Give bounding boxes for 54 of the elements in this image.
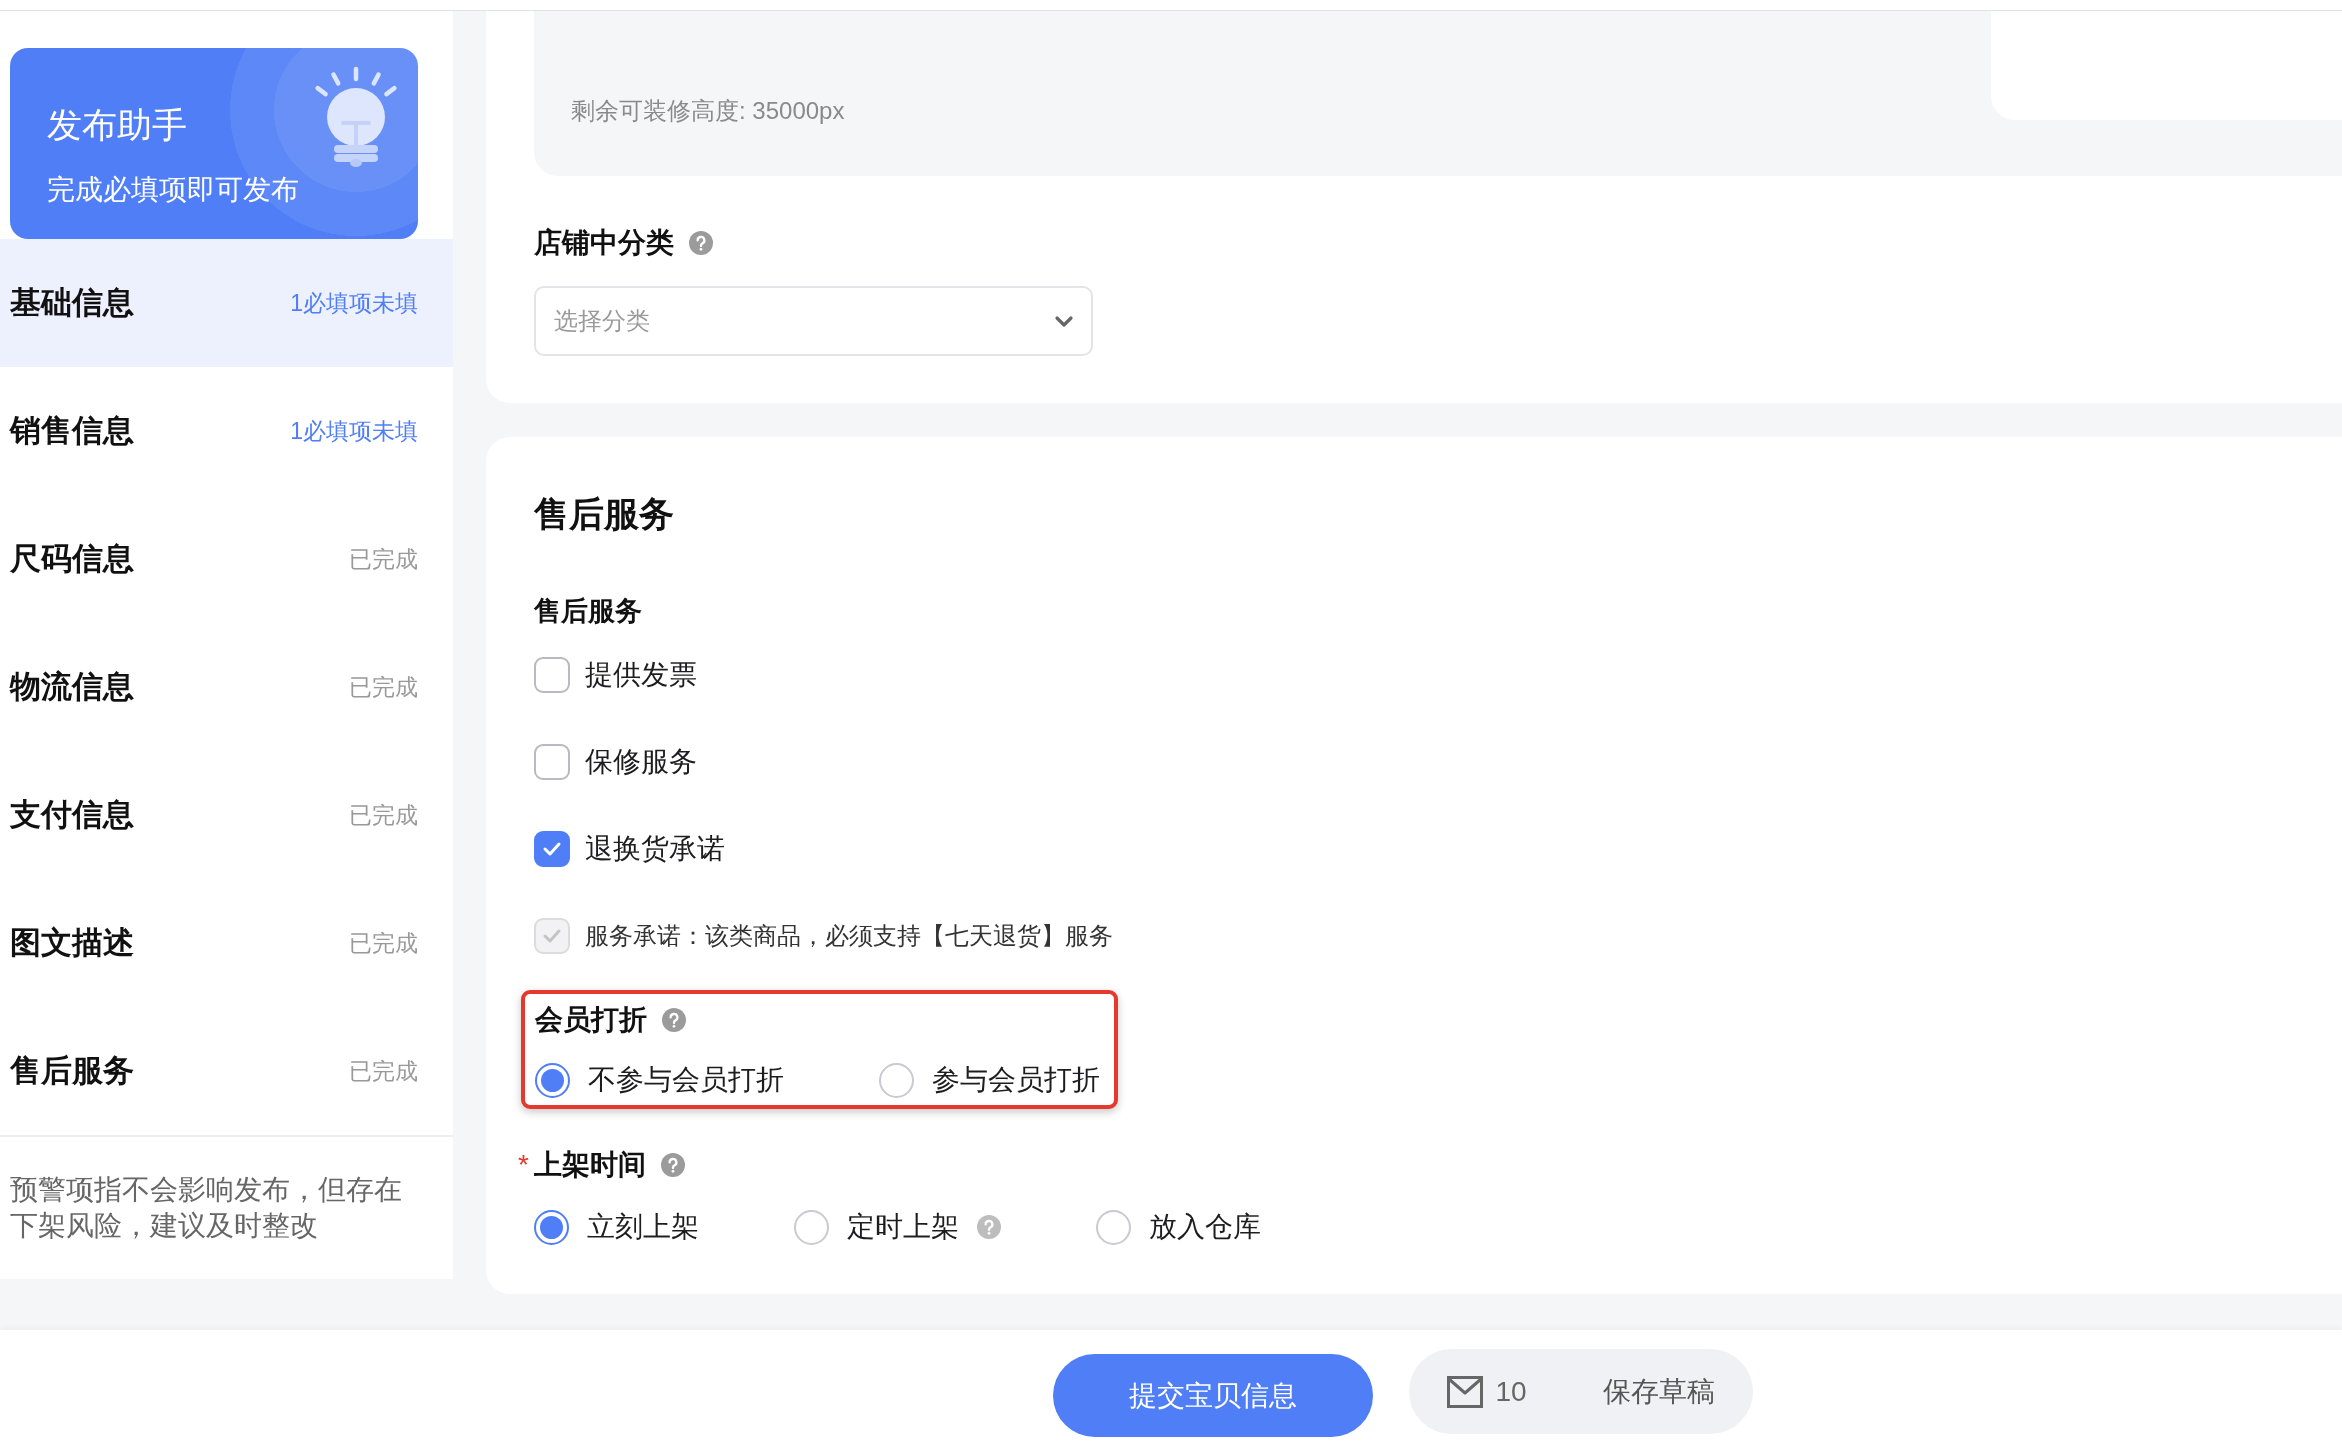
- mail-icon: [1447, 1375, 1484, 1408]
- checkbox[interactable]: [534, 743, 570, 780]
- section-status: 已完成: [349, 1057, 418, 1086]
- lightbulb-icon: [314, 66, 398, 168]
- section-status: 已完成: [349, 801, 418, 830]
- checkmark-icon: [542, 840, 562, 857]
- help-icon[interactable]: [689, 231, 713, 255]
- radio-label: 立刻上架: [587, 1210, 699, 1244]
- section-title: 基础信息: [10, 284, 134, 322]
- warning-note: 预警项指不会影响发布，但存在下架风险，建议及时整改: [10, 1173, 403, 1243]
- section-title: 图文描述: [10, 924, 134, 962]
- field-label: 店铺中分类: [534, 226, 674, 260]
- radio-label: 定时上架: [847, 1210, 959, 1244]
- submit-button[interactable]: 提交宝贝信息: [1053, 1354, 1374, 1437]
- radio-button[interactable]: [534, 1209, 569, 1245]
- helper-subtitle: 完成必填项即可发布: [47, 173, 299, 207]
- radio-button[interactable]: [879, 1062, 914, 1098]
- section-status: 1必填项未填: [290, 289, 418, 318]
- section-status: 已完成: [349, 929, 418, 958]
- sidebar-nav-item[interactable]: 基础信息 1必填项未填: [0, 239, 453, 367]
- section-title: 销售信息: [10, 412, 134, 450]
- messages-button[interactable]: 10: [1447, 1375, 1527, 1408]
- radio-button[interactable]: [535, 1062, 570, 1098]
- field-label: 售后服务: [534, 595, 642, 628]
- checkbox-label: 提供发票: [585, 657, 697, 692]
- save-draft-button[interactable]: 保存草稿: [1602, 1372, 1715, 1411]
- radio-label: 不参与会员打折: [588, 1063, 784, 1097]
- checkbox[interactable]: [534, 656, 570, 693]
- section-status: 1必填项未填: [290, 417, 418, 446]
- section-title: 物流信息: [10, 668, 134, 706]
- section-status: 已完成: [349, 673, 418, 702]
- radio-label: 参与会员打折: [932, 1063, 1100, 1097]
- radio-button[interactable]: [1096, 1209, 1131, 1245]
- section-title: 尺码信息: [10, 540, 134, 578]
- radio-button[interactable]: [794, 1209, 829, 1245]
- help-icon[interactable]: [661, 1153, 685, 1177]
- field-label: 会员打折: [535, 1003, 647, 1037]
- checkbox-label: 退换货承诺: [585, 831, 725, 866]
- section-status: 已完成: [349, 545, 418, 574]
- section-title: 支付信息: [10, 796, 134, 834]
- field-label: 上架时间: [534, 1148, 646, 1182]
- checkmark-icon: [542, 927, 562, 944]
- section-title: 售后服务: [10, 1052, 134, 1090]
- section-heading: 售后服务: [534, 493, 674, 535]
- radio-label: 放入仓库: [1149, 1210, 1261, 1244]
- helper-title: 发布助手: [47, 104, 187, 146]
- help-icon[interactable]: [662, 1008, 686, 1032]
- remaining-height-text: 剩余可装修高度: 35000px: [571, 96, 845, 126]
- checkbox-label: 服务承诺：该类商品，必须支持【七天退货】服务: [585, 920, 1113, 951]
- help-icon[interactable]: [977, 1215, 1001, 1239]
- required-mark: *: [518, 1148, 530, 1182]
- checkbox-label: 保修服务: [585, 744, 697, 779]
- chevron-down-icon: [1054, 314, 1074, 328]
- checkbox[interactable]: [534, 830, 570, 867]
